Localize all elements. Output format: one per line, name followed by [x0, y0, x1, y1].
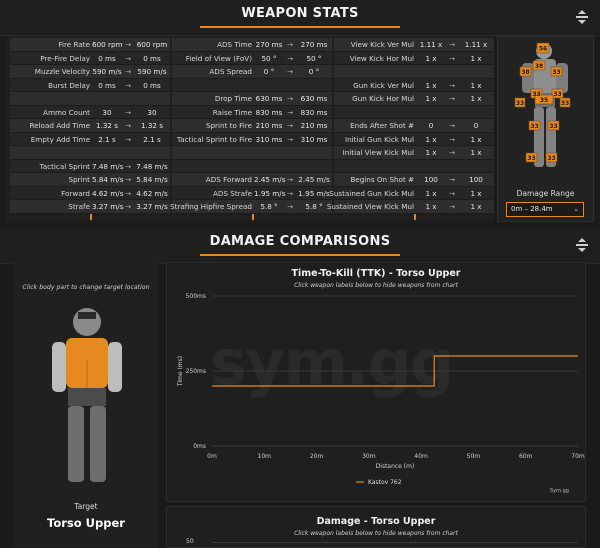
x-tick-label: 30m: [362, 453, 376, 460]
y-tick-label: 0ms: [193, 443, 206, 450]
x-tick-label: 20m: [310, 453, 324, 460]
ttk-chart: 0ms 250ms 500ms 0m 10m 20m 30m 40m 50m 60m 70m Dist…: [177, 293, 585, 486]
y-axis-label: Time (ms): [177, 356, 184, 387]
x-axis-label: Distance (m): [376, 463, 415, 470]
y-tick-label: 250ms: [186, 368, 206, 375]
x-tick-label: 60m: [519, 453, 533, 460]
y-tick-label: 500ms: [186, 293, 206, 300]
damage-chart-subtitle: Click weapon labels below to hide weapon…: [294, 530, 458, 537]
damage-chart-ytick: 50: [186, 538, 194, 545]
x-tick-label: 70m: [571, 453, 585, 460]
damage-chart-gridline: [212, 542, 578, 543]
chart-credit: Sym.gg: [550, 488, 569, 494]
legend-item-0[interactable]: Kastov 762: [368, 479, 402, 486]
damage-chart-title: Damage - Torso Upper: [316, 516, 436, 527]
x-tick-label: 40m: [414, 453, 428, 460]
x-tick-label: 10m: [258, 453, 272, 460]
x-tick-label: 0m: [207, 453, 217, 460]
x-tick-label: 50m: [467, 453, 481, 460]
